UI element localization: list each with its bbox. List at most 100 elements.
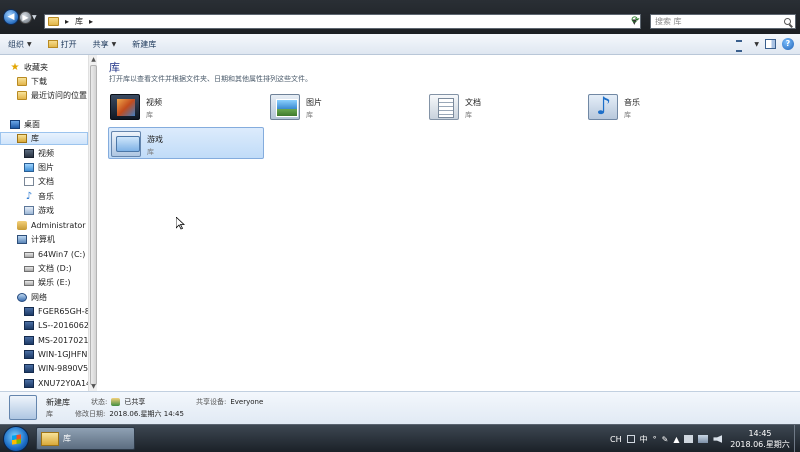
nav-host[interactable]: WIN-9890V51 <box>24 362 96 375</box>
preview-pane-icon[interactable] <box>765 39 776 49</box>
nav-videos[interactable]: 视频 <box>24 147 96 160</box>
library-folder-icon <box>48 17 59 26</box>
new-library-button[interactable]: 新建库 <box>124 35 164 53</box>
ime-punctuation-icon[interactable]: ° <box>653 435 657 444</box>
navigation-pane: ★ 收藏夹 下载 最近访问的位置 桌面 库 视频 图片 文档 ♪ 音乐 游戏 A… <box>0 55 97 391</box>
nav-computer[interactable]: 计算机 <box>17 233 96 246</box>
help-icon[interactable]: ? <box>782 38 794 50</box>
star-icon: ★ <box>10 62 20 73</box>
computer-icon <box>17 235 27 244</box>
nav-network[interactable]: 网络 <box>17 291 96 304</box>
search-icon[interactable] <box>784 18 791 25</box>
nav-videos-label: 视频 <box>38 149 54 158</box>
shared-with-value: Everyone <box>230 398 264 406</box>
search-placeholder: 搜索 库 <box>655 17 682 26</box>
share-button[interactable]: 共享 ▼ <box>85 35 125 53</box>
nav-network-label: 网络 <box>31 293 47 302</box>
nav-recent-places[interactable]: 最近访问的位置 <box>17 89 96 102</box>
nav-documents[interactable]: 文档 <box>24 175 96 188</box>
network-status-icon[interactable] <box>698 435 709 443</box>
nav-music[interactable]: ♪ 音乐 <box>24 190 96 203</box>
breadcrumb-separator-2[interactable]: ▸ <box>89 17 93 26</box>
volume-icon[interactable] <box>713 435 723 443</box>
nav-computer-label: 计算机 <box>31 235 55 244</box>
show-desktop-button[interactable] <box>794 425 800 452</box>
library-tile-games[interactable]: 游戏 库 <box>108 127 264 159</box>
nav-drive-d[interactable]: 文档 (D:) <box>24 262 96 275</box>
new-library-icon <box>9 395 37 420</box>
forward-button[interactable]: ▶ <box>19 11 32 24</box>
nav-desktop[interactable]: 桌面 <box>10 118 96 131</box>
tile-name: 文档 <box>465 98 481 107</box>
details-pane: 新建库 库 状态: 已共享 共享设备: Everyone 修改日期: 2018.… <box>0 391 800 424</box>
document-icon <box>24 177 34 186</box>
nav-downloads[interactable]: 下载 <box>17 75 96 88</box>
new-library-label: 新建库 <box>132 39 157 49</box>
nav-admin-label: Administrator <box>31 221 86 230</box>
ime-mode-indicator[interactable]: 中 <box>640 434 648 445</box>
start-button[interactable] <box>3 426 29 452</box>
game-library-icon <box>111 131 141 157</box>
library-folder-icon <box>17 134 27 143</box>
recent-places-icon <box>17 91 27 100</box>
back-arrow-icon: ◀ <box>7 12 15 22</box>
scroll-down-icon[interactable]: ▼ <box>89 382 98 391</box>
nav-host[interactable]: MS-20170215 <box>24 334 96 347</box>
details-shared-with: 共享设备: Everyone <box>196 397 263 407</box>
nav-host[interactable]: LS--20160629 <box>24 319 96 332</box>
taskbar-explorer-button[interactable]: 库 <box>36 427 135 450</box>
search-box[interactable]: 搜索 库 <box>650 14 796 29</box>
nav-drive-e[interactable]: 娱乐 (E:) <box>24 276 96 289</box>
nav-administrator[interactable]: Administrator <box>17 219 96 232</box>
tile-type: 库 <box>146 111 153 119</box>
game-icon <box>24 206 34 215</box>
nav-host[interactable]: XNU72Y0A14 <box>24 377 96 390</box>
back-button[interactable]: ◀ <box>3 9 19 25</box>
nav-music-label: 音乐 <box>38 192 54 201</box>
input-method-icon[interactable] <box>626 435 635 443</box>
open-label: 打开 <box>60 39 77 49</box>
shared-with-label: 共享设备: <box>196 398 227 406</box>
clock-date: 2018.06.星期六 <box>730 440 790 449</box>
open-button[interactable]: 打开 <box>40 35 85 53</box>
clock[interactable]: 14:45 2018.06.星期六 <box>727 428 793 450</box>
scroll-thumb[interactable] <box>90 65 97 385</box>
nav-libraries[interactable]: 库 <box>0 132 88 145</box>
tray-expand-icon[interactable]: ▲ <box>673 435 679 444</box>
music-note-icon: ♪ <box>25 191 33 202</box>
state-label: 状态: <box>91 398 108 406</box>
chevron-down-icon: ▼ <box>27 40 32 48</box>
recent-pages-dropdown[interactable]: ▼ <box>32 14 37 21</box>
page-title: 库 <box>109 61 120 74</box>
input-language-indicator[interactable]: CH <box>610 435 622 444</box>
ime-settings-icon[interactable]: ✎ <box>662 435 669 444</box>
network-computer-icon <box>24 336 34 345</box>
nav-host[interactable]: WIN-1GJHFN <box>24 348 96 361</box>
scroll-up-icon[interactable]: ▲ <box>89 55 98 64</box>
nav-pictures[interactable]: 图片 <box>24 161 96 174</box>
desktop-icon <box>10 120 20 129</box>
nav-favorites[interactable]: ★ 收藏夹 <box>10 61 96 74</box>
refresh-button[interactable]: ⟳ <box>629 14 642 29</box>
library-tile-music[interactable]: 音乐 库 <box>586 91 742 123</box>
nav-drive-c[interactable]: 64Win7 (C:) <box>24 248 96 261</box>
nav-games[interactable]: 游戏 <box>24 204 96 217</box>
nav-desktop-label: 桌面 <box>24 120 40 129</box>
taskbar-button-label: 库 <box>63 434 71 443</box>
chevron-down-icon: ▼ <box>111 40 117 48</box>
breadcrumb-separator[interactable]: ▸ <box>65 17 69 26</box>
details-item-type: 库 <box>46 410 53 418</box>
tile-name: 视频 <box>146 98 162 107</box>
nav-host[interactable]: FGER65GH-8C <box>24 305 96 318</box>
view-options-dropdown-icon[interactable]: ▼ <box>754 41 759 48</box>
library-tile-videos[interactable]: 视频 库 <box>108 91 264 123</box>
nav-scrollbar[interactable]: ▲ ▼ <box>88 55 97 391</box>
address-bar[interactable]: ▸ 库 ▸ ▼ <box>44 14 641 29</box>
action-center-flag-icon[interactable] <box>684 435 694 443</box>
network-computer-icon <box>24 350 34 359</box>
library-tile-pictures[interactable]: 图片 库 <box>268 91 424 123</box>
library-tile-documents[interactable]: 文档 库 <box>427 91 583 123</box>
breadcrumb-library[interactable]: 库 <box>75 16 83 27</box>
change-view-icon[interactable] <box>736 39 748 52</box>
organize-button[interactable]: 组织 ▼ <box>0 35 40 53</box>
